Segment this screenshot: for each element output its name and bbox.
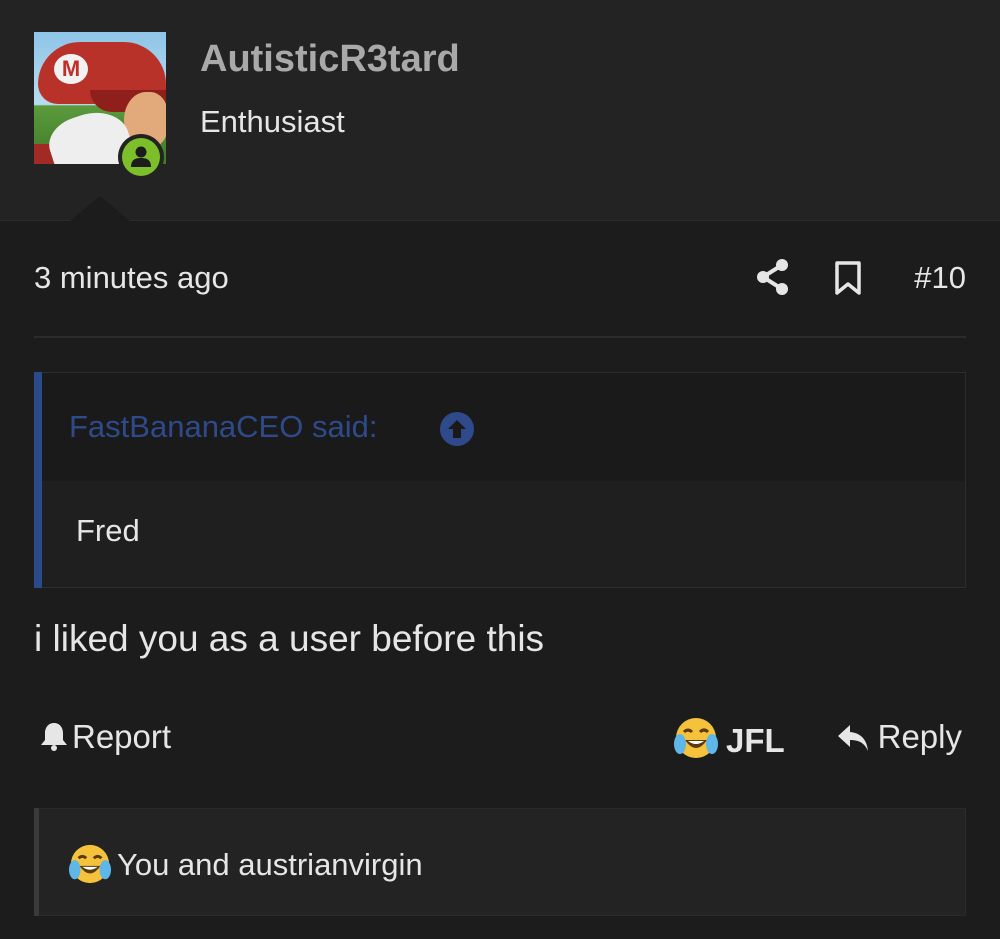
report-button[interactable]: Report <box>40 718 171 756</box>
arrow-up-circle-icon[interactable] <box>439 411 475 452</box>
jfl-label: JFL <box>726 722 785 759</box>
reactions-summary-bar[interactable]: You and austrianvirgin <box>34 808 966 916</box>
reply-button[interactable]: Reply <box>836 718 962 756</box>
header-pointer <box>70 196 130 221</box>
user-title: Enthusiast <box>200 104 345 139</box>
post-message: i liked you as a user before this <box>34 618 545 659</box>
username[interactable]: AutisticR3tard <box>200 38 460 81</box>
online-user-icon <box>122 138 160 176</box>
reply-arrow-icon <box>837 725 868 751</box>
reactions-summary: You and austrianvirgin <box>69 843 423 885</box>
quote-block: FastBananaCEO said: Fred <box>34 372 966 588</box>
jfl-reaction-button[interactable]: JFL <box>674 716 785 760</box>
report-label: Report <box>72 718 172 755</box>
meta-divider <box>34 336 966 338</box>
reactions-summary-label[interactable]: You and austrianvirgin <box>117 847 423 882</box>
bell-icon <box>41 723 67 751</box>
reactions-accent-bar <box>34 808 39 916</box>
post-user-header: M AutisticR3tard Enthusiast <box>0 0 1000 221</box>
quote-author-link[interactable]: FastBananaCEO said: <box>69 409 377 445</box>
crying-laughing-emoji-icon <box>674 718 718 758</box>
reply-label: Reply <box>877 718 962 755</box>
post-timestamp[interactable]: 3 minutes ago <box>34 260 229 296</box>
quote-body: Fred <box>76 513 140 548</box>
crying-laughing-emoji-icon <box>69 844 111 884</box>
post-number[interactable]: #10 <box>914 260 966 296</box>
post-actions: Report JFL Reply <box>34 712 966 764</box>
quote-accent-bar <box>34 372 42 588</box>
bookmark-icon[interactable] <box>834 260 862 301</box>
share-icon[interactable] <box>756 258 790 301</box>
avatar-m-emblem: M <box>54 54 88 84</box>
online-status-badge <box>118 134 164 180</box>
post-meta-row: 3 minutes ago #10 <box>34 252 966 304</box>
